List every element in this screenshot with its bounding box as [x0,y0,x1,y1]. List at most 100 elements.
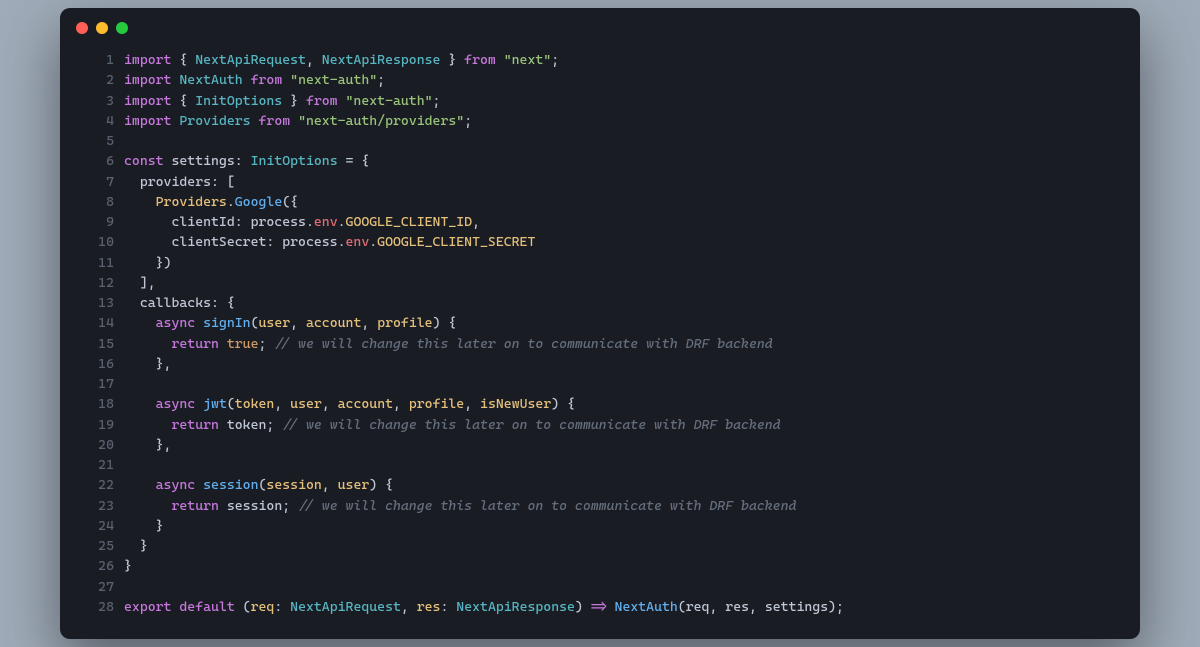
code-token: NextApiResponse [456,599,575,615]
code-token: "next-auth" [290,72,377,88]
code-token: async [156,315,196,331]
code-token: ], [124,275,156,291]
line-number: 17 [80,374,114,394]
close-icon[interactable] [76,22,88,34]
code-token: ( [227,396,235,412]
line-content [124,374,132,394]
code-token: } [282,93,306,109]
code-window: 1 import { NextApiRequest, NextApiRespons… [60,8,1140,639]
code-token: NextApiRequest [290,599,401,615]
code-token: : [274,599,290,615]
code-token: : [440,599,456,615]
code-line: 6const settings: InitOptions = { [80,151,1120,171]
code-token: clientSecret [171,234,266,250]
code-line: 4import Providers from "next-auth/provid… [80,111,1120,131]
code-line: 20 }, [80,435,1120,455]
code-token: ; [464,113,472,129]
line-number: 25 [80,536,114,556]
code-token [124,315,156,331]
code-token: session [266,477,321,493]
code-area[interactable]: 1 import { NextApiRequest, NextApiRespons… [60,42,1140,639]
code-token: res [417,599,441,615]
code-token: settings [765,599,828,615]
code-token: jwt [203,396,227,412]
line-content: import { NextApiRequest, NextApiResponse… [124,50,559,70]
code-token: , [401,599,417,615]
code-line: 22 async session(session, user) { [80,475,1120,495]
code-token [219,498,227,514]
line-content: async jwt(token, user, account, profile,… [124,394,575,414]
code-token: ( [251,315,259,331]
code-line: 19 return token; // we will change this … [80,415,1120,435]
code-token: import [124,113,171,129]
code-token [219,336,227,352]
code-token: : [235,153,251,169]
code-token: export [124,599,171,615]
code-token: callbacks [140,295,211,311]
code-token: true [227,336,259,352]
code-token: NextApiResponse [322,52,441,68]
code-token: from [306,93,338,109]
code-token: const [124,153,164,169]
code-token: profile [409,396,464,412]
code-token: async [156,477,196,493]
code-line: 7 providers: [ [80,172,1120,192]
code-token: } [124,538,148,554]
code-token: ( [678,599,686,615]
line-content: }) [124,253,171,273]
code-token: session [203,477,258,493]
code-line: 17 [80,374,1120,394]
code-token: user [259,315,291,331]
code-token [195,315,203,331]
line-number: 12 [80,273,114,293]
code-token: import [124,52,171,68]
line-number: 3 [80,91,114,111]
code-token: GOOGLE_CLIENT_ID [346,214,473,230]
line-number: 20 [80,435,114,455]
line-number: 13 [80,293,114,313]
line-number: 10 [80,232,114,252]
line-number: 6 [80,151,114,171]
code-token: ( [235,599,251,615]
code-token: user [290,396,322,412]
code-token: } [124,558,132,574]
code-token: }, [124,356,171,372]
line-content: }, [124,435,171,455]
code-token: : [235,214,251,230]
line-content: async session(session, user) { [124,475,393,495]
code-token: : [266,234,282,250]
code-token: }, [124,437,171,453]
minimize-icon[interactable] [96,22,108,34]
code-line: 13 callbacks: { [80,293,1120,313]
code-token: ; [551,52,559,68]
code-token: }) [124,255,171,271]
code-token: clientId [171,214,234,230]
code-token: // we will change this later on to commu… [274,336,772,352]
line-number: 22 [80,475,114,495]
code-token: . [227,194,235,210]
window-titlebar [60,8,1140,42]
code-token [124,498,171,514]
code-token: "next-auth/providers" [298,113,464,129]
line-number: 24 [80,516,114,536]
code-token: signIn [203,315,250,331]
line-number: 18 [80,394,114,414]
code-token [282,72,290,88]
code-token: req [686,599,710,615]
code-token: InitOptions [195,93,282,109]
code-token [219,417,227,433]
code-token: env [346,234,370,250]
code-line: 25 } [80,536,1120,556]
line-number: 1 [80,50,114,70]
code-token: return [171,417,218,433]
code-token: : [ [211,174,235,190]
line-content: export default (req: NextApiRequest, res… [124,597,844,617]
line-content: ], [124,273,156,293]
maximize-icon[interactable] [116,22,128,34]
line-content: } [124,516,164,536]
code-line: 28export default (req: NextApiRequest, r… [80,597,1120,617]
code-token: session [227,498,282,514]
code-token: default [179,599,234,615]
code-token: InitOptions [251,153,338,169]
line-content: } [124,556,132,576]
